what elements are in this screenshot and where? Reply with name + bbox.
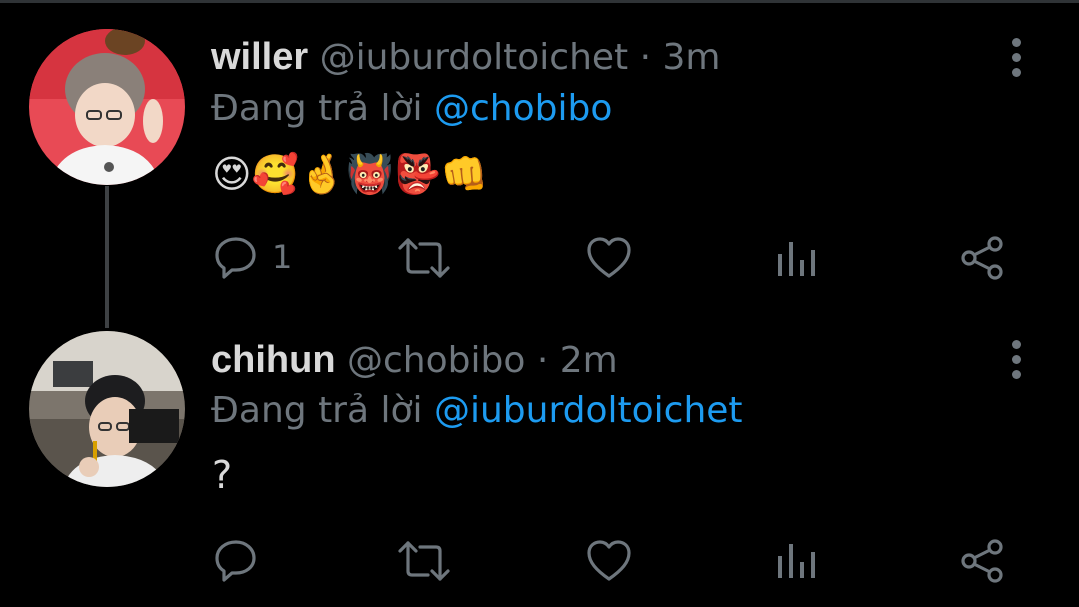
tweet-body: 😍🥰🤞👹👺👊: [212, 152, 489, 196]
analytics-icon: [778, 544, 815, 578]
share-button[interactable]: [960, 538, 1006, 586]
replying-to-line: Đang trả lời @iuburdoltoichet: [211, 389, 743, 433]
more-dot: [1012, 68, 1021, 77]
reply-button[interactable]: 1: [214, 235, 304, 283]
reply-button[interactable]: [214, 538, 304, 586]
analytics-button[interactable]: [777, 542, 817, 590]
replying-to-line: Đang trả lời @chobibo: [211, 87, 612, 131]
share-button[interactable]: [960, 235, 1006, 283]
person-avatar-icon: [29, 29, 185, 185]
timestamp: · 2m: [536, 340, 618, 381]
tweet-header: willer @iuburdoltoichet · 3m: [211, 35, 720, 80]
timestamp: · 3m: [639, 37, 721, 78]
analytics-button[interactable]: [777, 240, 817, 288]
share-icon: [961, 236, 1003, 280]
reply-icon: [215, 237, 256, 279]
tweet-header: chihun @chobibo · 2m: [211, 338, 618, 383]
analytics-icon: [778, 242, 815, 276]
replying-prefix: Đang trả lời: [211, 88, 423, 129]
avatar-willer[interactable]: [29, 29, 185, 185]
more-options-button[interactable]: [1004, 340, 1030, 380]
tweet-body: ?: [212, 453, 233, 497]
mention-link[interactable]: @chobibo: [434, 88, 612, 129]
display-name[interactable]: willer: [211, 36, 308, 78]
user-handle[interactable]: @chobibo: [347, 340, 525, 381]
tweet-willer[interactable]: willer @iuburdoltoichet · 3m Đang trả lờ…: [0, 0, 1079, 300]
more-dot: [1012, 355, 1021, 364]
share-icon: [961, 539, 1003, 583]
mention-link[interactable]: @iuburdoltoichet: [434, 390, 743, 431]
replying-prefix: Đang trả lời: [211, 390, 423, 431]
more-dot: [1012, 53, 1021, 62]
person-avatar-icon: [29, 331, 185, 487]
reply-count: 1: [272, 238, 293, 276]
retweet-icon: [398, 238, 450, 278]
retweet-button[interactable]: [398, 539, 450, 587]
more-dot: [1012, 38, 1021, 47]
like-button[interactable]: [586, 236, 632, 284]
more-dot: [1012, 370, 1021, 379]
avatar-chihun[interactable]: [29, 331, 185, 487]
more-options-button[interactable]: [1004, 38, 1030, 78]
like-button[interactable]: [586, 539, 632, 587]
more-dot: [1012, 340, 1021, 349]
retweet-icon: [398, 541, 450, 581]
like-icon: [587, 540, 631, 581]
like-icon: [587, 237, 631, 278]
reply-icon: [215, 540, 256, 582]
display-name[interactable]: chihun: [211, 339, 336, 381]
user-handle[interactable]: @iuburdoltoichet: [320, 37, 629, 78]
tweet-chihun[interactable]: chihun @chobibo · 2m Đang trả lời @iubur…: [0, 300, 1079, 607]
retweet-button[interactable]: [398, 236, 450, 284]
